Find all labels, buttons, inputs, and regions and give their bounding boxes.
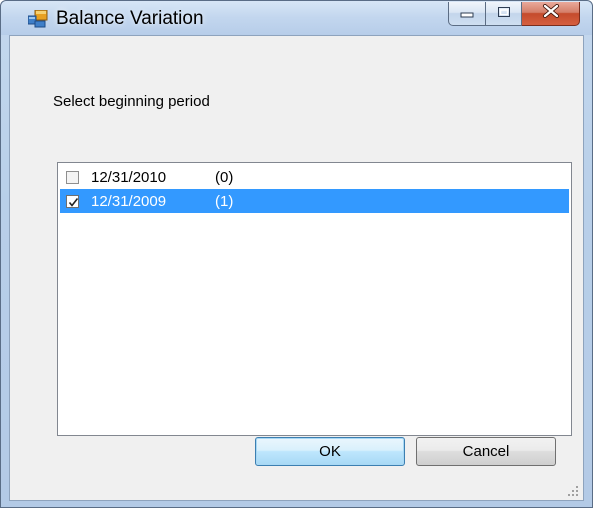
close-button[interactable]	[522, 2, 580, 26]
close-icon	[542, 4, 560, 23]
title-bar[interactable]: Balance Variation	[1, 1, 592, 35]
checkmark-icon	[68, 197, 79, 207]
period-checked-listbox[interactable]: 12/31/2010 (0) 12/31/2009 (1)	[57, 162, 572, 436]
period-count: (1)	[215, 192, 234, 210]
period-date: 12/31/2010	[91, 168, 167, 186]
app-window-icon[interactable]	[27, 9, 48, 28]
minimize-button[interactable]	[448, 2, 486, 26]
checkbox-period-2009[interactable]	[66, 194, 79, 208]
maximize-icon	[497, 5, 511, 23]
dialog-window: Balance Variation Select beginning perio…	[0, 0, 593, 508]
minimize-icon	[460, 5, 474, 23]
period-date: 12/31/2009	[91, 192, 167, 210]
checkbox-period-2010[interactable]	[66, 170, 79, 184]
list-item-period-2010[interactable]: 12/31/2010 (0)	[60, 165, 569, 189]
cancel-button[interactable]: Cancel	[416, 437, 556, 466]
window-title: Balance Variation	[56, 8, 204, 29]
caption-buttons	[448, 2, 580, 26]
ok-button[interactable]: OK	[255, 437, 405, 466]
list-item-period-2009[interactable]: 12/31/2009 (1)	[60, 189, 569, 213]
select-period-label: Select beginning period	[53, 93, 210, 110]
period-count: (0)	[215, 168, 234, 186]
dialog-client-area: Select beginning period 12/31/2010 (0) 1…	[9, 35, 584, 501]
resize-grip-icon[interactable]	[567, 484, 579, 496]
maximize-button[interactable]	[486, 2, 522, 26]
